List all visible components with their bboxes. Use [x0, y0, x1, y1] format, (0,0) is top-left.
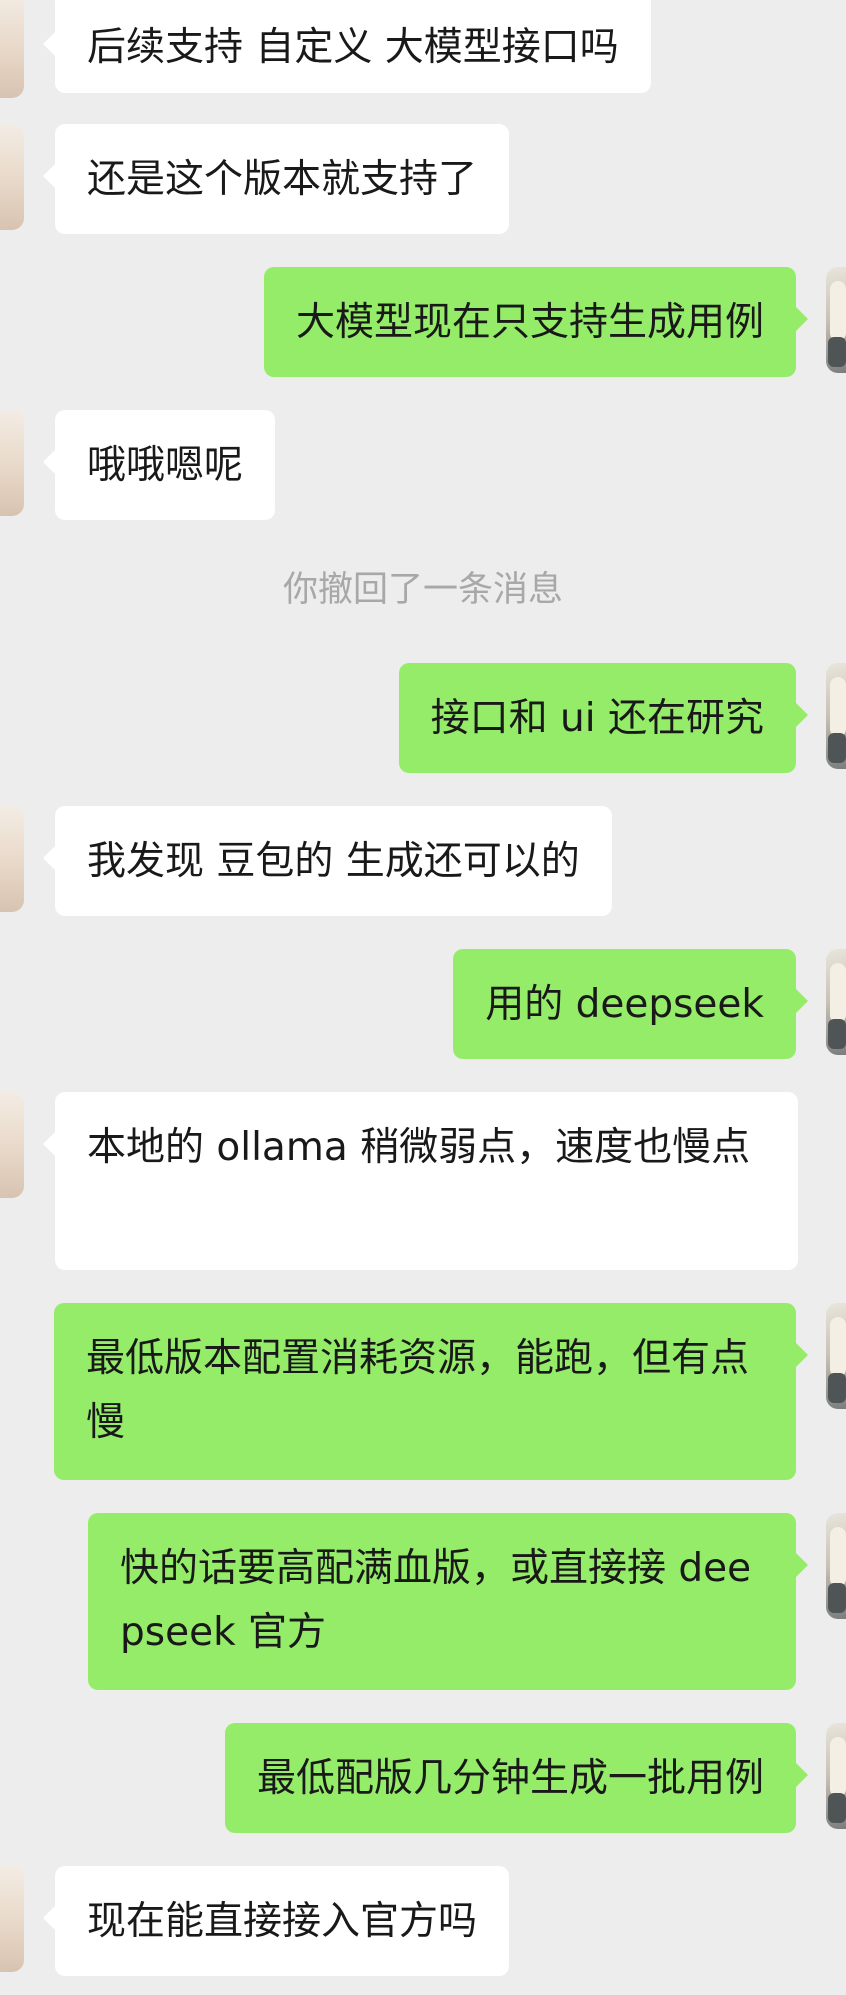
- message-text: 接口和 ui 还在研究: [430, 696, 764, 741]
- message-text: 最低版本配置消耗资源，能跑，但有点慢: [86, 1336, 750, 1445]
- contact-avatar[interactable]: [0, 806, 24, 912]
- my-avatar[interactable]: [826, 1723, 846, 1829]
- message-bubble-outgoing[interactable]: 接口和 ui 还在研究: [398, 663, 809, 773]
- contact-avatar[interactable]: [0, 1866, 24, 1972]
- chat-message-list[interactable]: 后续支持 自定义 大模型接口吗 还是这个版本就支持了 大模型现在只支持生成用例 …: [0, 0, 846, 1995]
- message-bubble-outgoing[interactable]: 最低版本配置消耗资源，能跑，但有点慢: [54, 1303, 808, 1480]
- message-text: 最低配版几分钟生成一批用例: [256, 1756, 764, 1801]
- message-text: 现在能直接接入官方吗: [87, 1899, 478, 1944]
- message-bubble-incoming[interactable]: 现在能直接接入官方吗: [42, 1866, 510, 1976]
- contact-avatar[interactable]: [0, 124, 24, 230]
- message-text: 还是这个版本就支持了: [87, 157, 478, 202]
- message-text: 后续支持 自定义 大模型接口吗: [87, 25, 619, 70]
- message-text: 用的 deepseek: [485, 982, 764, 1027]
- contact-avatar[interactable]: [0, 0, 24, 98]
- message-bubble-incoming[interactable]: 还是这个版本就支持了: [42, 124, 510, 234]
- recalled-message-notice: 你撤回了一条消息: [282, 570, 563, 610]
- message-bubble-outgoing[interactable]: 用的 deepseek: [453, 949, 808, 1059]
- message-text: 大模型现在只支持生成用例: [295, 300, 764, 345]
- my-avatar[interactable]: [826, 1513, 846, 1619]
- my-avatar[interactable]: [826, 663, 846, 769]
- my-avatar[interactable]: [826, 949, 846, 1055]
- message-bubble-incoming[interactable]: 哦哦嗯呢: [42, 410, 276, 520]
- my-avatar[interactable]: [826, 267, 846, 373]
- message-bubble-incoming[interactable]: 我发现 豆包的 生成还可以的: [43, 806, 612, 916]
- my-avatar[interactable]: [826, 1303, 846, 1409]
- contact-avatar[interactable]: [0, 410, 24, 516]
- message-bubble-outgoing[interactable]: 大模型现在只支持生成用例: [263, 267, 809, 377]
- message-bubble-outgoing[interactable]: 快的话要高配满血版，或直接接 deepseek 官方: [88, 1513, 808, 1690]
- message-text: 我发现 豆包的 生成还可以的: [87, 839, 580, 884]
- message-text: 快的话要高配满血版，或直接接 deepseek 官方: [120, 1546, 752, 1655]
- message-text: 哦哦嗯呢: [87, 443, 244, 488]
- message-bubble-outgoing[interactable]: 最低配版几分钟生成一批用例: [224, 1723, 809, 1833]
- message-bubble-incoming[interactable]: 本地的 ollama 稍微弱点，速度也慢点: [43, 1092, 798, 1270]
- message-bubble-incoming[interactable]: 后续支持 自定义 大模型接口吗: [43, 0, 651, 93]
- contact-avatar[interactable]: [0, 1092, 24, 1198]
- message-text: 本地的 ollama 稍微弱点，速度也慢点: [87, 1125, 751, 1170]
